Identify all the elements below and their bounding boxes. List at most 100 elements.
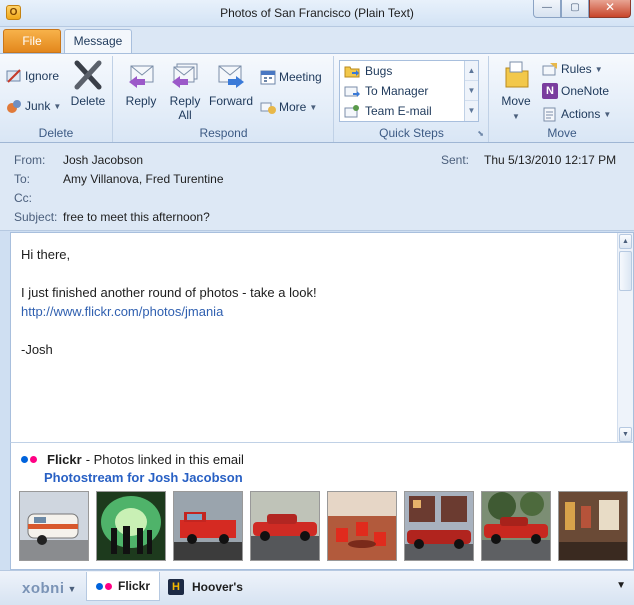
quick-step-label: To Manager bbox=[365, 84, 429, 98]
ignore-icon bbox=[6, 68, 22, 84]
move-button[interactable]: Move ▼ bbox=[496, 60, 536, 124]
photo-thumbnail[interactable] bbox=[250, 491, 320, 561]
delete-x-icon bbox=[72, 60, 104, 90]
delete-button[interactable]: Delete bbox=[68, 60, 108, 108]
to-value[interactable]: Amy Villanova, Fred Turentine bbox=[63, 172, 224, 186]
move-label: Move bbox=[501, 94, 531, 108]
quick-steps-gallery: Bugs To Manager Team E-mail ▲ ▼ ▼ bbox=[339, 60, 479, 122]
body-line: I just finished another round of photos … bbox=[21, 285, 317, 300]
expand-pane-chevron-icon[interactable]: ▼ bbox=[616, 580, 626, 591]
chevron-down-icon: ▼ bbox=[512, 112, 520, 121]
pane-source: Flickr bbox=[47, 452, 82, 467]
forward-label: Forward bbox=[208, 94, 253, 108]
more-icon bbox=[260, 99, 276, 115]
junk-button[interactable]: Junk ▼ bbox=[6, 96, 61, 116]
rules-label: Rules bbox=[561, 62, 592, 76]
delete-label: Delete bbox=[70, 94, 106, 108]
envelope-arrow-icon bbox=[344, 83, 360, 99]
reply-button[interactable]: Reply bbox=[122, 60, 160, 108]
photo-thumbnail[interactable] bbox=[558, 491, 628, 561]
group-move: Move ▼ Rules ▼ N OneNote Actions ▼ Move bbox=[490, 56, 634, 142]
chevron-down-icon: ▼ bbox=[594, 64, 603, 74]
group-label-delete: Delete bbox=[38, 126, 74, 140]
photo-thumbnail[interactable] bbox=[96, 491, 166, 561]
quick-step-label: Team E-mail bbox=[365, 104, 432, 118]
maximize-button[interactable]: ▢ bbox=[561, 0, 589, 18]
photo-thumbnail[interactable] bbox=[19, 491, 89, 561]
meeting-calendar-icon bbox=[260, 69, 276, 85]
scroll-thumb[interactable] bbox=[619, 251, 632, 291]
flickr-icon bbox=[21, 456, 37, 463]
reply-all-label-1: Reply bbox=[169, 94, 201, 108]
rules-icon bbox=[542, 61, 558, 77]
chevron-down-icon: ▼ bbox=[53, 101, 62, 111]
xobni-logo[interactable]: xobni ▼ bbox=[22, 580, 77, 597]
body-signature: -Josh bbox=[21, 342, 53, 357]
forward-icon bbox=[215, 60, 247, 90]
minimize-button[interactable]: — bbox=[533, 0, 561, 18]
actions-label: Actions bbox=[561, 107, 601, 121]
rules-button[interactable]: Rules ▼ bbox=[542, 59, 603, 79]
scroll-down-icon[interactable]: ▼ bbox=[465, 81, 478, 101]
group-label-respond: Respond bbox=[199, 126, 248, 140]
dialog-launcher-icon[interactable]: ⬊ bbox=[477, 129, 484, 138]
tab-hoovers-label: Hoover's bbox=[192, 580, 243, 594]
reply-all-icon bbox=[169, 60, 201, 90]
title-bar: O Photos of San Francisco (Plain Text) —… bbox=[0, 0, 634, 27]
expand-gallery-icon[interactable]: ▼ bbox=[465, 101, 478, 121]
more-label: More bbox=[279, 100, 307, 114]
tab-flickr[interactable]: Flickr bbox=[86, 572, 160, 601]
meeting-button[interactable]: Meeting bbox=[260, 67, 322, 87]
cc-label: Cc: bbox=[14, 191, 32, 205]
onenote-button[interactable]: N OneNote bbox=[542, 81, 609, 101]
actions-button[interactable]: Actions ▼ bbox=[542, 104, 611, 124]
tab-message[interactable]: Message bbox=[64, 29, 132, 55]
ignore-button[interactable]: Ignore bbox=[6, 66, 59, 86]
reply-icon bbox=[125, 60, 157, 90]
close-button[interactable]: ✕ bbox=[589, 0, 631, 18]
subject-label: Subject: bbox=[14, 210, 58, 224]
photostream-link[interactable]: Photostream for Josh Jacobson bbox=[44, 470, 243, 485]
ribbon-tabs: File Message bbox=[0, 27, 634, 55]
quick-step-to-manager[interactable]: To Manager bbox=[344, 81, 428, 101]
scroll-down-icon[interactable]: ▼ bbox=[619, 427, 632, 442]
photo-thumbnail[interactable] bbox=[481, 491, 551, 561]
quick-step-label: Bugs bbox=[365, 64, 393, 78]
from-label: From: bbox=[14, 153, 46, 167]
message-text: Hi there, I just finished another round … bbox=[21, 245, 601, 359]
actions-icon bbox=[542, 106, 558, 122]
photo-thumbnail[interactable] bbox=[404, 491, 474, 561]
body-greeting: Hi there, bbox=[21, 247, 71, 262]
scroll-up-icon[interactable]: ▲ bbox=[465, 61, 478, 81]
from-value[interactable]: Josh Jacobson bbox=[63, 153, 143, 167]
sent-label: Sent: bbox=[441, 153, 470, 167]
photo-thumbnail[interactable] bbox=[327, 491, 397, 561]
photo-strip bbox=[17, 491, 634, 563]
people-pane-bar: xobni ▼ Flickr H Hoover's ▼ bbox=[0, 570, 634, 605]
quick-step-team-email[interactable]: Team E-mail bbox=[344, 101, 432, 121]
more-respond-button[interactable]: More ▼ bbox=[260, 97, 317, 117]
reply-label: Reply bbox=[125, 94, 157, 108]
flickr-link[interactable]: http://www.flickr.com/photos/jmania bbox=[21, 304, 223, 319]
photo-thumbnail[interactable] bbox=[173, 491, 243, 561]
tab-hoovers[interactable]: H Hoover's bbox=[168, 577, 243, 597]
reply-all-button[interactable]: Reply All bbox=[166, 60, 204, 122]
chevron-down-icon: ▼ bbox=[309, 102, 318, 112]
body-scrollbar[interactable]: ▲ ▼ bbox=[617, 233, 633, 443]
hoovers-icon: H bbox=[168, 579, 184, 595]
quick-step-bugs[interactable]: Bugs bbox=[344, 61, 392, 81]
flickr-icon bbox=[95, 582, 112, 590]
tab-file[interactable]: File bbox=[3, 29, 61, 53]
folder-arrow-icon bbox=[344, 63, 360, 79]
xobni-brand: xobni bbox=[22, 580, 65, 597]
team-email-icon bbox=[344, 103, 360, 119]
scroll-up-icon[interactable]: ▲ bbox=[619, 234, 632, 249]
forward-button[interactable]: Forward bbox=[208, 60, 254, 108]
group-delete: Ignore Junk ▼ Delete Delete bbox=[0, 56, 113, 142]
onenote-label: OneNote bbox=[561, 84, 610, 98]
social-connector-pane: Flickr - Photos linked in this email Pho… bbox=[10, 442, 634, 570]
message-body[interactable]: Hi there, I just finished another round … bbox=[10, 232, 634, 443]
pane-heading: Flickr - Photos linked in this email bbox=[21, 452, 244, 467]
to-label: To: bbox=[14, 172, 31, 186]
tab-flickr-label: Flickr bbox=[117, 579, 150, 593]
